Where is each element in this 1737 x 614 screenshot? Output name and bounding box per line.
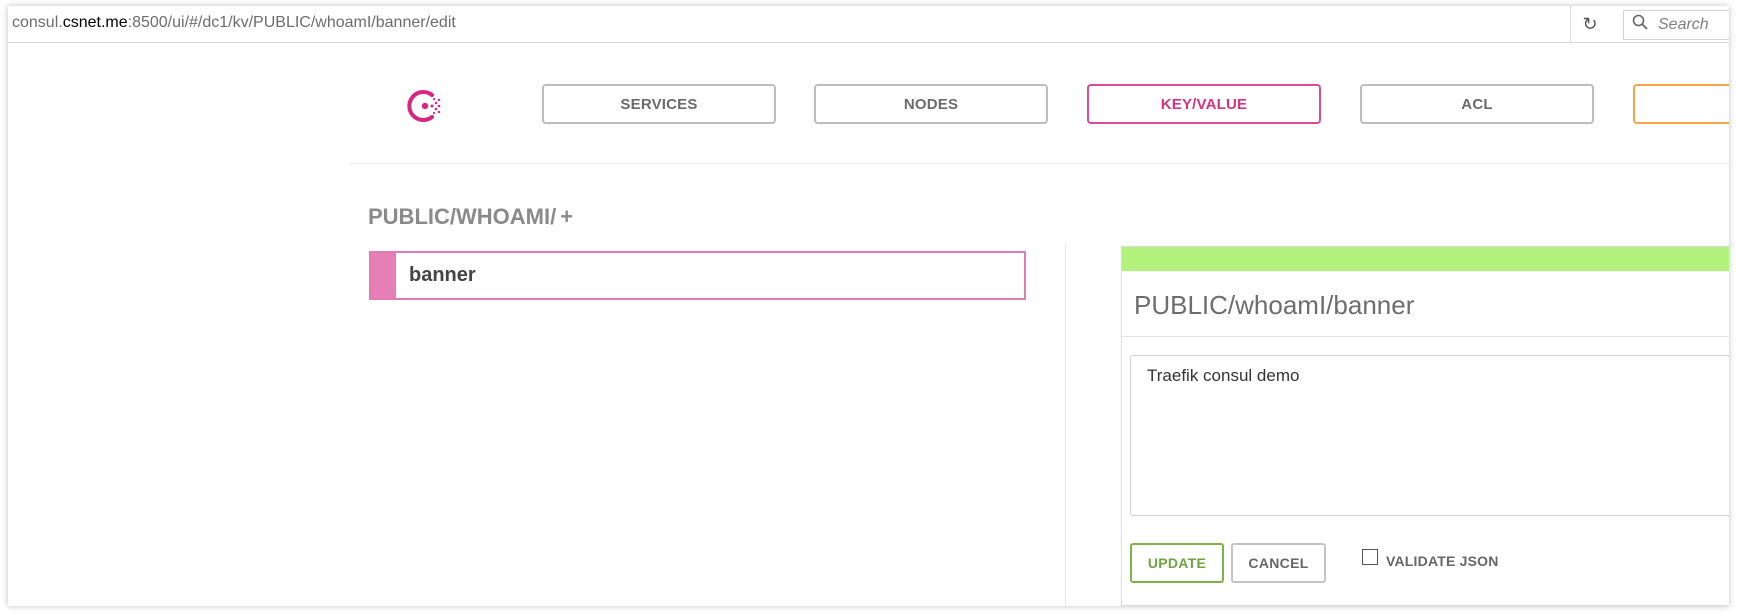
search-placeholder: Search (1658, 16, 1709, 33)
nav-acl-button[interactable]: ACL (1360, 84, 1594, 124)
key-list-item[interactable]: banner (369, 251, 1026, 300)
url-text[interactable]: consul.csnet.me:8500/ui/#/dc1/kv/PUBLIC/… (12, 14, 456, 32)
search-icon (1632, 14, 1648, 35)
reload-icon: ↻ (1582, 13, 1598, 34)
key-editor-panel: PUBLIC/whoamI/banner Traefik consul demo… (1121, 246, 1729, 606)
url-host: csnet.me (62, 14, 128, 31)
kv-path-text[interactable]: PUBLIC/WHOAMI/ (368, 204, 556, 229)
editor-title: PUBLIC/whoamI/banner (1134, 290, 1415, 320)
nav-services-button[interactable]: SERVICES (542, 84, 776, 124)
url-prefix: consul. (12, 14, 63, 31)
key-list-item-marker (371, 253, 396, 298)
cancel-button[interactable]: CANCEL (1231, 543, 1326, 583)
consul-logo-icon (407, 90, 441, 122)
nav-nodes-button[interactable]: NODES (814, 84, 1048, 124)
validate-json-label: VALIDATE JSON (1386, 553, 1499, 569)
key-list-item-label: banner (409, 264, 476, 286)
browser-window: consul.csnet.me:8500/ui/#/dc1/kv/PUBLIC/… (8, 6, 1729, 606)
validate-json-toggle[interactable]: VALIDATE JSON (1362, 549, 1499, 569)
header-divider (349, 163, 1729, 164)
add-key-button[interactable]: + (560, 204, 573, 229)
url-rest: :8500/ui/#/dc1/kv/PUBLIC/whoamI/banner/e… (127, 14, 456, 31)
column-divider (1065, 244, 1066, 606)
browser-search-input[interactable]: Search (1623, 10, 1729, 40)
kv-path-breadcrumb: PUBLIC/WHOAMI/+ (368, 204, 573, 230)
consul-logo[interactable] (406, 86, 446, 126)
editor-divider (1122, 336, 1729, 337)
nav-datacenter-button[interactable] (1633, 84, 1729, 124)
status-bar (1122, 247, 1729, 271)
validate-json-checkbox[interactable] (1362, 549, 1378, 565)
address-bar[interactable]: consul.csnet.me:8500/ui/#/dc1/kv/PUBLIC/… (8, 6, 1729, 43)
value-textarea[interactable]: Traefik consul demo (1130, 355, 1729, 516)
reload-button[interactable]: ↻ (1570, 6, 1609, 42)
update-button[interactable]: UPDATE (1130, 543, 1224, 583)
nav-keyvalue-button[interactable]: KEY/VALUE (1087, 84, 1321, 124)
